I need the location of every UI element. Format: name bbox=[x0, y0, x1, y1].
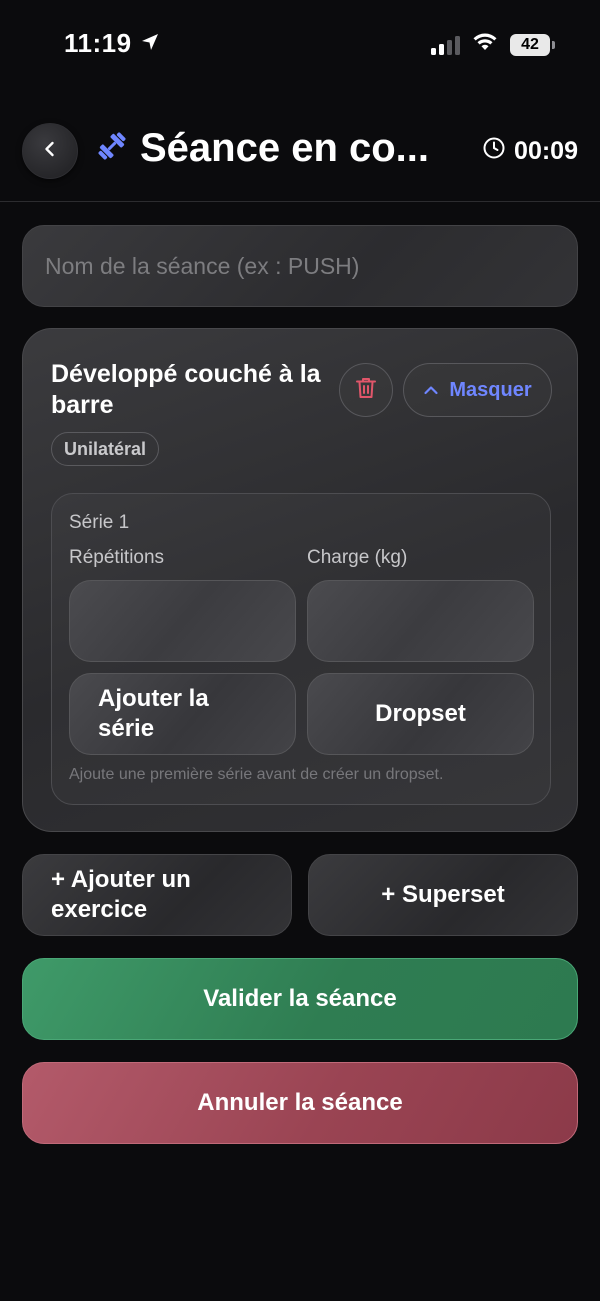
chevron-left-icon bbox=[41, 140, 59, 163]
back-button[interactable] bbox=[22, 123, 78, 179]
location-arrow-icon bbox=[140, 28, 160, 59]
status-bar: 11:19 42 bbox=[0, 0, 600, 90]
header: Séance en co... 00:09 bbox=[0, 120, 600, 184]
header-divider bbox=[0, 201, 600, 202]
dropset-label: Dropset bbox=[375, 700, 466, 727]
add-exercise-label: + Ajouter un exercice bbox=[51, 866, 191, 923]
collapse-button[interactable]: Masquer bbox=[403, 363, 552, 417]
load-label: Charge (kg) bbox=[307, 547, 408, 568]
add-set-label: Ajouter la série bbox=[98, 685, 209, 742]
clock-icon bbox=[482, 136, 506, 167]
delete-exercise-button[interactable] bbox=[339, 363, 393, 417]
dropset-hint: Ajoute une première série avant de créer… bbox=[69, 766, 444, 783]
validate-label: Valider la séance bbox=[203, 985, 397, 1012]
exercise-card: Développé couché à la barre Masquer Unil… bbox=[22, 328, 578, 832]
superset-button[interactable]: + Superset bbox=[308, 854, 578, 936]
cancel-label: Annuler la séance bbox=[197, 1089, 403, 1116]
battery-icon: 42 bbox=[510, 33, 555, 56]
reps-label: Répétitions bbox=[69, 547, 165, 568]
validate-session-button[interactable]: Valider la séance bbox=[22, 958, 578, 1040]
trash-icon bbox=[355, 376, 377, 405]
exercise-name: Développé couché à la barre bbox=[51, 360, 321, 419]
chevron-up-icon bbox=[423, 379, 439, 402]
page-title: Séance en co... bbox=[140, 126, 430, 170]
status-time: 11:19 bbox=[64, 28, 132, 58]
load-input[interactable] bbox=[307, 580, 534, 662]
add-exercise-button[interactable]: + Ajouter un exercice bbox=[22, 854, 292, 936]
status-time-wrap: 11:19 bbox=[64, 28, 160, 59]
status-icons: 42 bbox=[431, 32, 555, 57]
reps-input[interactable] bbox=[69, 580, 296, 662]
set-title: Série 1 bbox=[69, 512, 130, 533]
dropset-button[interactable]: Dropset bbox=[307, 673, 534, 755]
unilateral-badge[interactable]: Unilatéral bbox=[51, 432, 160, 466]
wifi-icon bbox=[472, 32, 498, 57]
cancel-session-button[interactable]: Annuler la séance bbox=[22, 1062, 578, 1144]
timer-value: 00:09 bbox=[514, 137, 578, 165]
add-set-button[interactable]: Ajouter la série bbox=[69, 673, 296, 755]
session-timer: 00:09 bbox=[482, 136, 578, 167]
dumbbell-icon bbox=[94, 128, 130, 169]
battery-level: 42 bbox=[521, 35, 539, 53]
superset-label: + Superset bbox=[381, 881, 505, 908]
signal-icon bbox=[431, 35, 460, 55]
session-name-input[interactable] bbox=[22, 225, 578, 307]
collapse-label: Masquer bbox=[449, 378, 532, 401]
title-wrap: Séance en co... bbox=[94, 126, 440, 171]
set-box: Série 1 Répétitions Charge (kg) Ajouter … bbox=[51, 493, 551, 805]
